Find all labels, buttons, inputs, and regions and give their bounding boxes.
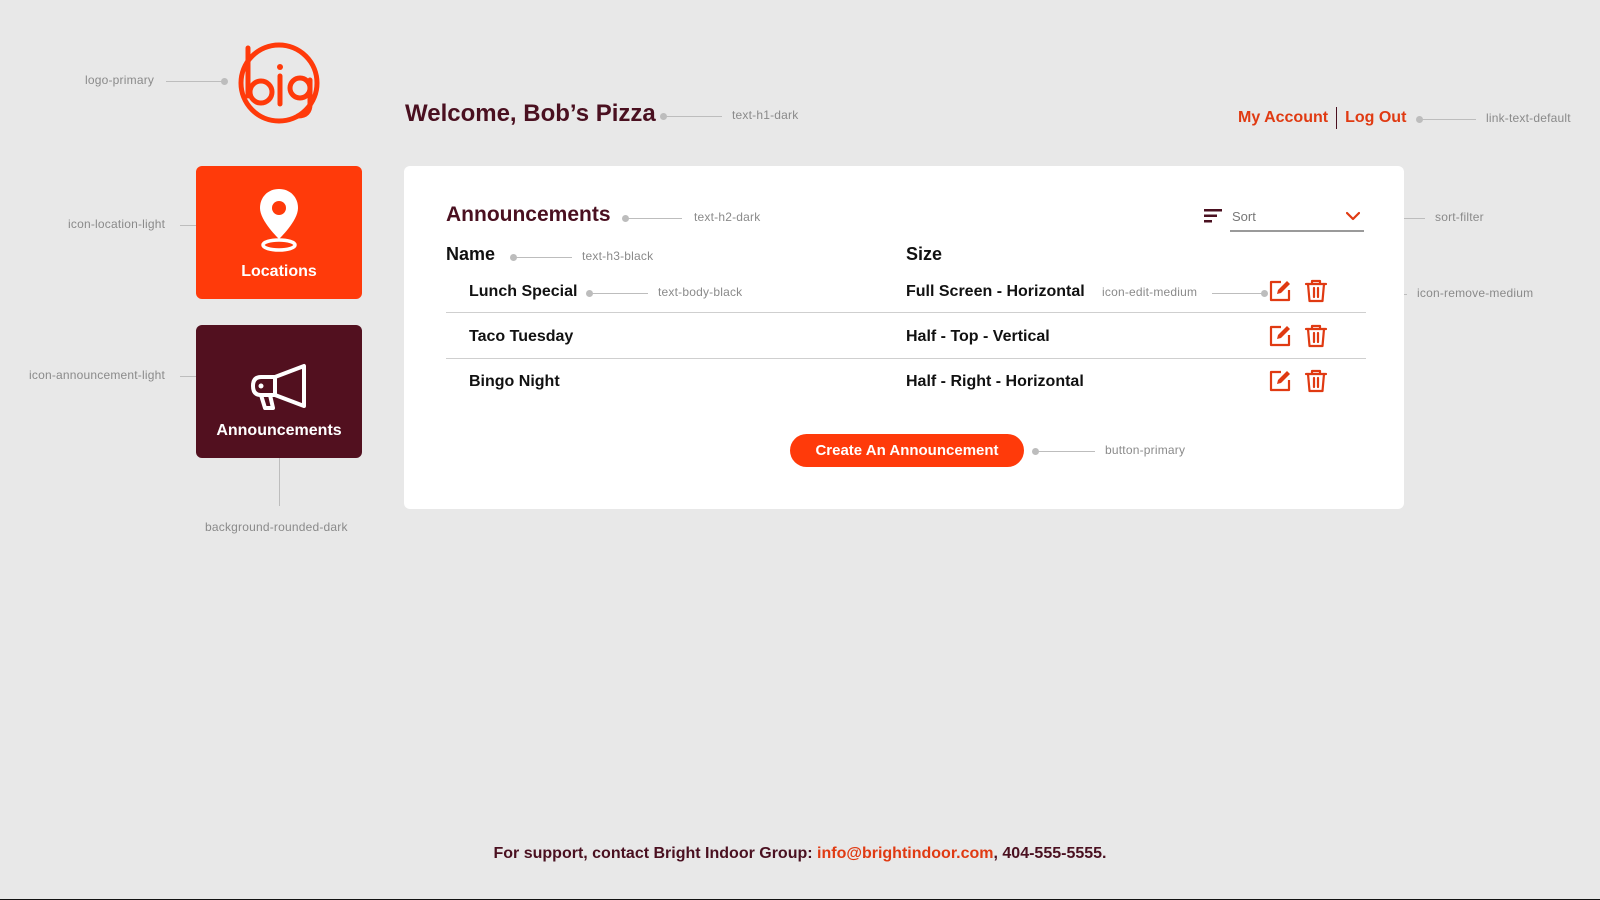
leader-dot (1416, 116, 1423, 123)
leader-line (166, 81, 222, 82)
row-size: Half - Top - Vertical (906, 328, 1050, 345)
annotation-link: link-text-default (1486, 111, 1571, 125)
link-divider (1336, 107, 1338, 129)
log-out-link[interactable]: Log Out (1345, 109, 1406, 127)
row-divider (446, 358, 1366, 359)
annotation-logo: logo-primary (85, 73, 155, 87)
annotation-button: button-primary (1105, 443, 1186, 457)
leader-line (1037, 451, 1095, 452)
annotation-background: background-rounded-dark (205, 520, 348, 534)
nav-tile-announcements[interactable]: Announcements (196, 325, 362, 458)
table-row[interactable]: Lunch Special Full Screen - Horizontal (446, 279, 1366, 328)
row-name: Bingo Night (469, 373, 560, 390)
sort-underline (1230, 230, 1364, 232)
support-email-link[interactable]: info@brightindoor.com (817, 845, 993, 862)
leader-line (1420, 119, 1476, 120)
location-pin-icon (260, 189, 298, 252)
nav-tile-label: Locations (241, 263, 317, 280)
nav-tile-label: Announcements (216, 422, 342, 439)
edit-icon[interactable] (1268, 279, 1292, 303)
row-size: Half - Right - Horizontal (906, 373, 1084, 390)
leader-line (626, 218, 682, 219)
row-name: Taco Tuesday (469, 328, 574, 345)
edit-icon[interactable] (1268, 369, 1292, 393)
trash-icon[interactable] (1304, 369, 1328, 393)
trash-icon[interactable] (1304, 279, 1328, 303)
column-header-size: Size (906, 244, 943, 264)
big-logo (238, 42, 320, 124)
trash-icon[interactable] (1304, 324, 1328, 348)
page-title: Welcome, Bob’s Pizza (405, 100, 656, 127)
announcements-card: Announcements text-h2-dark Sort Name Siz… (404, 166, 1404, 509)
footer-phone: , 404-555-5555. (993, 845, 1107, 862)
row-size: Full Screen - Horizontal (906, 283, 1085, 300)
card-title: Announcements (446, 203, 611, 226)
sort-filter[interactable]: Sort (1204, 202, 1364, 232)
leader-line (664, 116, 722, 117)
megaphone-icon (251, 364, 306, 410)
chevron-down-icon (1346, 211, 1360, 221)
support-footer: For support, contact Bright Indoor Group… (0, 845, 1600, 863)
annotation-announcement-icon: icon-announcement-light (29, 368, 166, 382)
annotation-sort: sort-filter (1435, 210, 1484, 224)
footer-text: For support, contact Bright Indoor Group… (493, 845, 818, 862)
sort-icon (1204, 209, 1222, 223)
leader-line (1212, 293, 1264, 294)
create-announcement-button[interactable]: Create An Announcement (790, 434, 1024, 467)
leader-dot (510, 254, 517, 261)
annotation-h1: text-h1-dark (732, 108, 799, 122)
edit-icon[interactable] (1268, 324, 1292, 348)
annotation-body: text-body-black (658, 285, 743, 299)
annotation-remove: icon-remove-medium (1417, 286, 1534, 300)
annotation-edit: icon-edit-medium (1102, 285, 1198, 299)
column-header-name: Name (446, 244, 496, 264)
leader-line (590, 293, 648, 294)
table-row[interactable]: Bingo Night Half - Right - Horizontal (446, 369, 1366, 418)
leader-dot (1261, 290, 1268, 297)
leader-dot (586, 290, 593, 297)
leader-dot (660, 113, 667, 120)
my-account-link[interactable]: My Account (1238, 109, 1328, 127)
annotation-h2: text-h2-dark (694, 210, 761, 224)
table-row[interactable]: Taco Tuesday Half - Top - Vertical (446, 324, 1366, 373)
leader-line (514, 257, 572, 258)
row-name: Lunch Special (469, 283, 578, 300)
annotation-h3: text-h3-black (582, 249, 654, 263)
account-links: My Account Log Out (1238, 107, 1406, 129)
row-divider (446, 312, 1366, 313)
nav-tile-locations[interactable]: Locations (196, 166, 362, 299)
annotation-location-icon: icon-location-light (68, 217, 166, 231)
sort-label: Sort (1232, 209, 1256, 224)
leader-dot (622, 215, 629, 222)
leader-dot (221, 78, 228, 85)
